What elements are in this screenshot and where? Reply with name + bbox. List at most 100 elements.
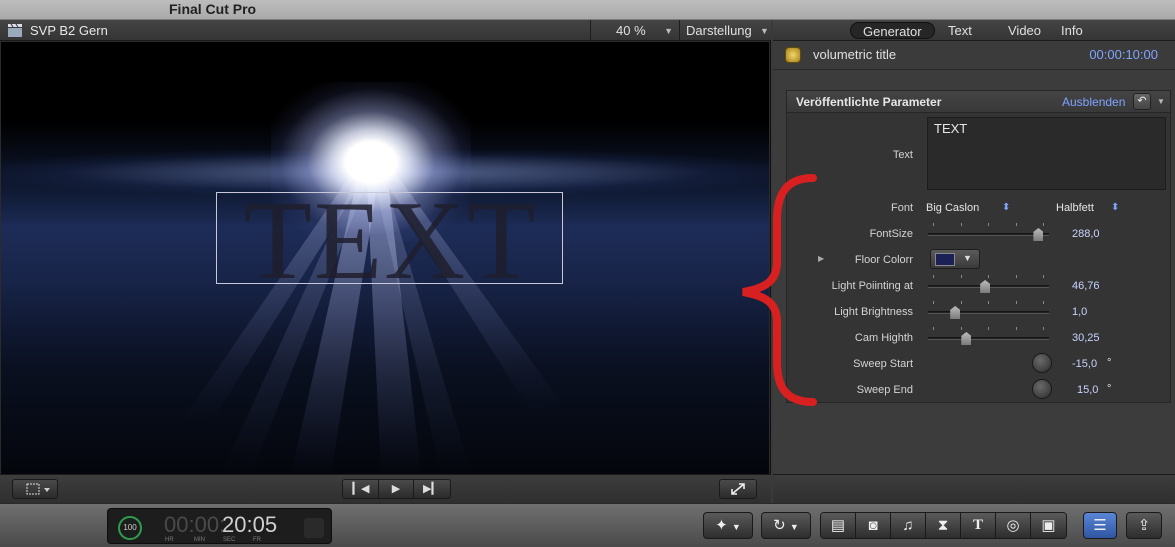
timecode-unit-min: MIN bbox=[194, 537, 205, 543]
themes-icon[interactable]: ▣ bbox=[1031, 513, 1066, 538]
tick-mark bbox=[933, 275, 934, 278]
bottom-toolbar: 100 00:00: 20:05 HR MIN SEC FR ✦ ▼ ↻ ▼ ▤… bbox=[0, 503, 1175, 547]
title-bounding-box[interactable]: TEXT bbox=[216, 185, 563, 297]
tick-mark bbox=[1043, 275, 1044, 278]
viewer-panel: SVP B2 Gern 40 % ▼ Darstellung ▼ TEXT ▎◀… bbox=[0, 20, 771, 503]
slider-thumb[interactable] bbox=[980, 280, 991, 293]
tick-mark bbox=[933, 301, 934, 304]
share-button[interactable]: ⇪ bbox=[1126, 512, 1162, 539]
generators-icon[interactable]: ◎ bbox=[996, 513, 1031, 538]
timecode-end-cap bbox=[304, 518, 324, 538]
sweep-end-dial[interactable] bbox=[1032, 379, 1052, 399]
view-menu-button[interactable]: Darstellung bbox=[686, 23, 752, 38]
hide-params-button[interactable]: Ausblenden bbox=[1062, 95, 1125, 109]
share-icon: ⇪ bbox=[1137, 517, 1151, 534]
tab-text[interactable]: Text bbox=[936, 22, 984, 39]
chevron-down-icon: ▼ bbox=[664, 26, 673, 36]
tab-generator[interactable]: Generator bbox=[850, 22, 935, 39]
generator-name: volumetric title bbox=[813, 47, 897, 62]
sweep-start-label: Sweep Start bbox=[853, 358, 913, 370]
cam-height-value[interactable]: 30,25 bbox=[1072, 332, 1100, 344]
font-family-select[interactable]: Big Caslon bbox=[926, 202, 979, 214]
degree-unit: ° bbox=[1107, 383, 1112, 395]
viewer-footer: ▎◀ ▶ ▶▎ bbox=[0, 474, 771, 503]
fontsize-ticks bbox=[928, 223, 1049, 227]
timecode-display[interactable]: 100 00:00: 20:05 HR MIN SEC FR bbox=[107, 508, 332, 544]
light-pointing-ticks bbox=[928, 275, 1049, 279]
play-icon[interactable]: ▶ bbox=[379, 480, 414, 498]
tick-mark bbox=[960, 223, 962, 226]
color-swatch bbox=[935, 253, 955, 266]
tick-mark bbox=[960, 275, 962, 278]
tick-mark bbox=[960, 301, 962, 304]
updown-arrows-icon: ⬍ bbox=[1111, 202, 1120, 213]
music-icon[interactable]: ♫ bbox=[891, 513, 926, 538]
sweep-start-dial[interactable] bbox=[1032, 353, 1052, 373]
crop-icon bbox=[26, 483, 50, 495]
fontsize-slider[interactable] bbox=[928, 228, 1049, 241]
zoom-select[interactable]: 40 % ▼ bbox=[590, 20, 680, 41]
inspector-toggle-button[interactable]: ☰ bbox=[1083, 512, 1117, 539]
clips-browser-icon[interactable]: ▤ bbox=[821, 513, 856, 538]
light-brightness-slider[interactable] bbox=[928, 306, 1049, 319]
slider-thumb[interactable] bbox=[1033, 228, 1044, 241]
tick-mark bbox=[960, 327, 962, 330]
floor-color-well[interactable]: ▼ bbox=[930, 249, 980, 269]
fullscreen-icon bbox=[731, 483, 745, 495]
title-overlay-text: TEXT bbox=[243, 179, 538, 303]
timecode-dim: 00:00: bbox=[164, 512, 226, 537]
timecode-unit-fr: FR bbox=[253, 537, 261, 543]
light-pointing-slider[interactable] bbox=[928, 280, 1049, 293]
text-param-label: Text bbox=[892, 149, 913, 161]
generator-icon bbox=[785, 47, 801, 63]
tick-mark bbox=[1015, 275, 1017, 278]
floor-color-label: Floor Colorr bbox=[854, 254, 913, 266]
inspector-panel: Generator Text Video Info volumetric tit… bbox=[773, 20, 1175, 503]
light-brightness-value[interactable]: 1,0 bbox=[1072, 306, 1087, 318]
fontsize-value[interactable]: 288,0 bbox=[1072, 228, 1100, 240]
enhancements-button[interactable]: ✦ ▼ bbox=[703, 512, 753, 539]
degree-unit: ° bbox=[1107, 357, 1112, 369]
timecode-unit-sec: SEC bbox=[223, 537, 236, 543]
cam-height-slider[interactable] bbox=[928, 332, 1049, 345]
sweep-start-value[interactable]: -15,0 bbox=[1072, 358, 1097, 370]
timecode-value: 20:05 bbox=[222, 512, 278, 537]
light-pointing-label: Light Poiinting at bbox=[831, 280, 913, 292]
slider-thumb[interactable] bbox=[950, 306, 961, 319]
titles-icon[interactable]: T bbox=[961, 513, 996, 538]
light-brightness-label: Light Brightness bbox=[834, 306, 913, 318]
skip-back-icon[interactable]: ▎◀ bbox=[344, 480, 379, 498]
retime-icon: ↻ bbox=[773, 517, 786, 534]
transitions-icon[interactable]: ⧗ bbox=[926, 513, 961, 538]
photo-icon[interactable]: ◙ bbox=[856, 513, 891, 538]
tick-mark bbox=[1015, 301, 1017, 304]
chevron-down-icon[interactable]: ▼ bbox=[1157, 97, 1165, 106]
tick-mark bbox=[933, 223, 934, 226]
tick-mark bbox=[1043, 223, 1044, 226]
tab-video[interactable]: Video bbox=[996, 22, 1053, 39]
menu-bar: Final Cut Pro bbox=[0, 0, 1175, 20]
font-style-select[interactable]: Halbfett bbox=[1056, 202, 1094, 214]
inspector-icon: ☰ bbox=[1093, 517, 1107, 534]
cpu-gauge: 100 bbox=[118, 516, 142, 540]
tab-info[interactable]: Info bbox=[1049, 22, 1095, 39]
fullscreen-button[interactable] bbox=[719, 479, 757, 499]
cam-height-ticks bbox=[928, 327, 1049, 331]
retime-button[interactable]: ↻ ▼ bbox=[761, 512, 811, 539]
sweep-end-value[interactable]: 15,0 bbox=[1077, 384, 1098, 396]
updown-arrows-icon: ⬍ bbox=[1002, 202, 1011, 213]
tick-mark bbox=[988, 275, 989, 278]
text-param-field[interactable]: TEXT bbox=[927, 117, 1166, 190]
transform-menu-button[interactable] bbox=[12, 479, 58, 499]
chevron-down-icon: ▼ bbox=[760, 26, 769, 36]
skip-forward-icon[interactable]: ▶▎ bbox=[414, 480, 449, 498]
sweep-end-label: Sweep End bbox=[856, 384, 913, 396]
params-title: Veröffentlichte Parameter bbox=[796, 95, 942, 109]
slider-thumb[interactable] bbox=[961, 332, 972, 345]
tick-mark bbox=[1043, 301, 1044, 304]
video-canvas[interactable]: TEXT bbox=[1, 42, 769, 474]
light-pointing-value[interactable]: 46,76 bbox=[1072, 280, 1100, 292]
app-title: Final Cut Pro bbox=[169, 1, 257, 17]
published-parameters-panel: Veröffentlichte Parameter Ausblenden ↶ ▼… bbox=[786, 90, 1171, 403]
reset-icon[interactable]: ↶ bbox=[1133, 93, 1151, 110]
